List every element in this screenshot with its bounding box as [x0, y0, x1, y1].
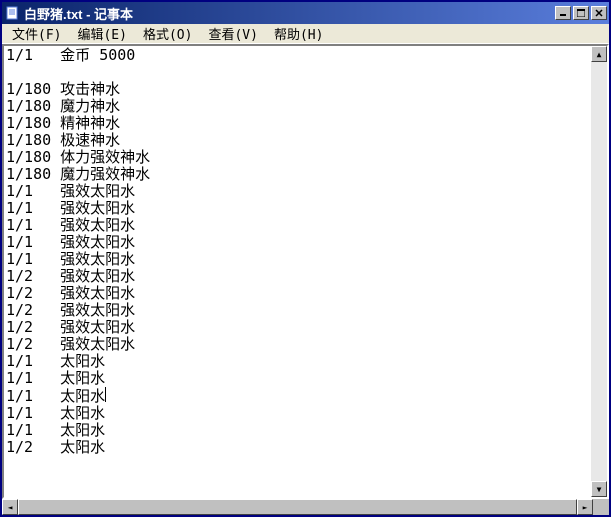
- text-line: 1/180 极速神水: [6, 132, 589, 149]
- menu-view[interactable]: 查看(V): [200, 23, 265, 44]
- text-line: 1/1 太阳水: [6, 405, 589, 422]
- menu-edit[interactable]: 编辑(E): [69, 23, 134, 44]
- menu-help[interactable]: 帮助(H): [266, 23, 331, 44]
- text-line: 1/180 魔力神水: [6, 98, 589, 115]
- menu-file[interactable]: 文件(F): [4, 23, 69, 44]
- text-editor[interactable]: 1/1 金币 5000 1/180 攻击神水1/180 魔力神水1/180 精神…: [4, 46, 591, 497]
- text-line: 1/2 强效太阳水: [6, 302, 589, 319]
- text-line: 1/2 太阳水: [6, 439, 589, 456]
- text-line: [6, 64, 589, 81]
- menu-format[interactable]: 格式(O): [135, 23, 200, 44]
- window-controls: [555, 6, 607, 20]
- text-cursor: [105, 387, 106, 402]
- text-line: 1/1 太阳水: [6, 422, 589, 439]
- text-line: 1/180 精神神水: [6, 115, 589, 132]
- minimize-button[interactable]: [555, 6, 571, 20]
- text-line: 1/1 强效太阳水: [6, 251, 589, 268]
- scroll-up-button[interactable]: ▲: [591, 46, 607, 62]
- menubar: 文件(F) 编辑(E) 格式(O) 查看(V) 帮助(H): [2, 24, 609, 44]
- text-line: 1/1 金币 5000: [6, 47, 589, 64]
- text-line: 1/1 强效太阳水: [6, 217, 589, 234]
- titlebar[interactable]: 白野猪.txt - 记事本: [2, 2, 609, 24]
- maximize-button[interactable]: [573, 6, 589, 20]
- resize-grip[interactable]: [593, 499, 609, 515]
- text-line: 1/2 强效太阳水: [6, 336, 589, 353]
- scroll-track-horizontal[interactable]: [18, 499, 577, 515]
- vertical-scrollbar[interactable]: ▲ ▼: [591, 46, 607, 497]
- horizontal-scrollbar[interactable]: ◄ ►: [2, 499, 593, 515]
- notepad-window: 白野猪.txt - 记事本 文件(F) 编辑(E) 格式(O) 查看(V) 帮助…: [0, 0, 611, 517]
- text-line: 1/180 攻击神水: [6, 81, 589, 98]
- text-line: 1/180 魔力强效神水: [6, 166, 589, 183]
- scroll-left-button[interactable]: ◄: [2, 499, 18, 515]
- content-frame: 1/1 金币 5000 1/180 攻击神水1/180 魔力神水1/180 精神…: [2, 44, 609, 499]
- scroll-right-button[interactable]: ►: [577, 499, 593, 515]
- text-line: 1/2 强效太阳水: [6, 285, 589, 302]
- scroll-track-vertical[interactable]: [591, 62, 607, 481]
- text-line: 1/1 太阳水: [6, 353, 589, 370]
- text-line: 1/1 强效太阳水: [6, 200, 589, 217]
- text-line: 1/2 强效太阳水: [6, 319, 589, 336]
- text-line: 1/1 强效太阳水: [6, 234, 589, 251]
- text-line: 1/1 太阳水: [6, 387, 589, 405]
- scroll-thumb-horizontal[interactable]: [18, 499, 577, 515]
- text-line: 1/180 体力强效神水: [6, 149, 589, 166]
- scroll-down-button[interactable]: ▼: [591, 481, 607, 497]
- window-title: 白野猪.txt - 记事本: [24, 4, 555, 23]
- app-icon: [4, 5, 20, 21]
- close-button[interactable]: [591, 6, 607, 20]
- bottom-scroll-area: ◄ ►: [2, 499, 609, 515]
- text-line: 1/1 强效太阳水: [6, 183, 589, 200]
- text-line: 1/1 太阳水: [6, 370, 589, 387]
- text-line: 1/2 强效太阳水: [6, 268, 589, 285]
